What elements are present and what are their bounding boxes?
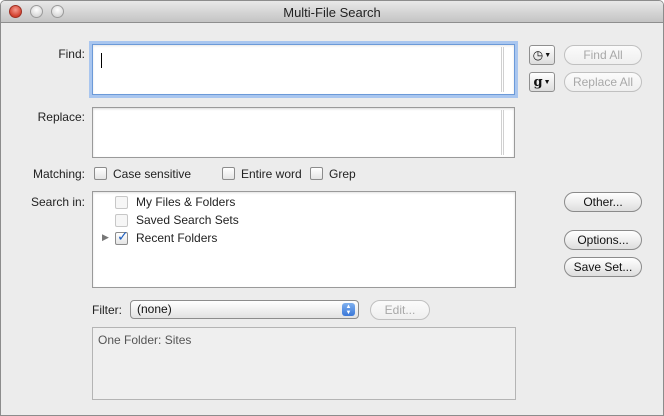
saved-search-sets-checkbox[interactable] [115, 214, 128, 227]
search-in-label: Search in: [30, 195, 85, 209]
other-button[interactable]: Other... [564, 192, 642, 212]
entire-word-label[interactable]: Entire word [241, 167, 302, 181]
grep-checkbox[interactable] [310, 167, 323, 180]
find-history-button[interactable]: ◷▼ [529, 45, 555, 65]
title-bar: Multi-File Search [1, 1, 663, 23]
disclosure-triangle-icon[interactable]: ▶ [102, 232, 109, 243]
save-set-button[interactable]: Save Set... [564, 257, 642, 277]
recent-folders-label: Recent Folders [136, 231, 218, 245]
filter-selected-value: (none) [137, 302, 172, 316]
g-icon: g [533, 75, 543, 90]
chevron-down-icon: ▼ [544, 51, 552, 59]
chevron-down-icon: ▼ [543, 78, 551, 86]
text-caret [101, 53, 102, 68]
multi-file-search-window: Multi-File Search Find: ◷▼ g▼ Find All R… [0, 0, 664, 416]
find-field-scrollbar[interactable] [501, 47, 504, 92]
recent-folders-checkbox[interactable]: ✓ [115, 228, 129, 245]
replace-field-scrollbar[interactable] [501, 110, 504, 155]
replace-label: Replace: [37, 110, 85, 124]
options-button[interactable]: Options... [564, 230, 642, 250]
saved-search-sets-label: Saved Search Sets [136, 213, 239, 227]
matching-label: Matching: [32, 167, 85, 181]
list-item[interactable]: Saved Search Sets [93, 210, 515, 228]
replace-all-button[interactable]: Replace All [564, 72, 642, 92]
replace-field[interactable] [92, 107, 515, 158]
entire-word-checkbox[interactable] [222, 167, 235, 180]
clock-icon: ◷ [532, 48, 544, 62]
filter-label: Filter: [92, 303, 122, 317]
my-files-label: My Files & Folders [136, 195, 236, 209]
search-summary-text: One Folder: Sites [98, 333, 192, 347]
list-item[interactable]: ▶ ✓ Recent Folders [93, 228, 515, 246]
window-title: Multi-File Search [283, 5, 381, 20]
find-label: Find: [58, 47, 85, 61]
grep-patterns-button[interactable]: g▼ [529, 72, 555, 92]
grep-label[interactable]: Grep [329, 167, 356, 181]
find-all-button[interactable]: Find All [564, 45, 642, 65]
list-item[interactable]: My Files & Folders [93, 192, 515, 210]
find-field[interactable] [92, 44, 515, 95]
popup-arrows-icon: ▲ ▼ [342, 303, 355, 316]
case-sensitive-label[interactable]: Case sensitive [113, 167, 191, 181]
search-summary-box: One Folder: Sites [92, 327, 516, 400]
filter-popup[interactable]: (none) ▲ ▼ [130, 300, 359, 319]
my-files-checkbox[interactable] [115, 196, 128, 209]
search-in-list[interactable]: My Files & Folders Saved Search Sets ▶ ✓… [92, 191, 516, 288]
checkmark-icon: ✓ [117, 228, 129, 244]
case-sensitive-checkbox[interactable] [94, 167, 107, 180]
edit-filter-button[interactable]: Edit... [370, 300, 430, 320]
